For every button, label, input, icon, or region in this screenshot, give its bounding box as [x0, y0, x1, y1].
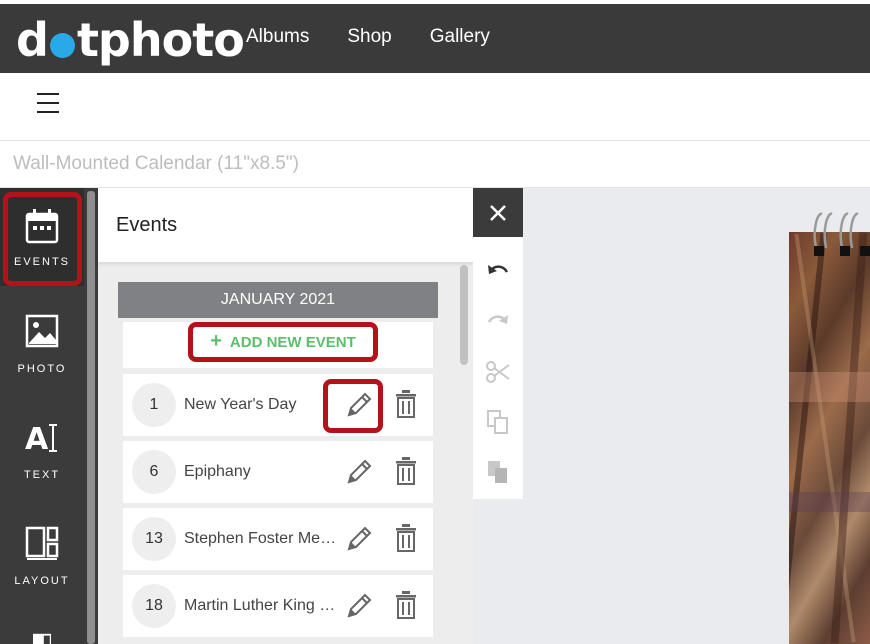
editor-workspace: EVENTS PHOTO A TEXT LAYOUT Events JANUAR… — [0, 188, 870, 644]
paste-icon[interactable] — [485, 459, 511, 485]
toolbar-scroll-thumb[interactable] — [87, 191, 95, 644]
tool-photo-label: PHOTO — [17, 363, 67, 375]
plus-icon: + — [210, 329, 222, 352]
event-row[interactable]: 1 New Year's Day — [123, 374, 433, 436]
add-new-event-label: ADD NEW EVENT — [229, 333, 356, 351]
layout-icon — [25, 526, 59, 560]
trash-icon[interactable] — [395, 389, 417, 419]
logo-text-right: tphoto — [76, 13, 245, 67]
scissors-cut-icon[interactable] — [485, 359, 511, 385]
events-panel-scrollbar[interactable] — [460, 265, 468, 365]
top-navigation-bar: d tphoto Albums Shop Gallery — [0, 0, 870, 73]
tool-text[interactable]: A TEXT — [0, 399, 84, 499]
event-row[interactable]: 6 Epiphany — [123, 441, 433, 503]
calendar-spiral-binding-icon — [813, 212, 870, 256]
background-icon — [33, 633, 51, 644]
event-day-badge: 1 — [132, 383, 176, 427]
text-icon: A — [25, 422, 57, 455]
close-panel-button[interactable] — [473, 188, 523, 237]
events-highlight-box — [3, 192, 82, 286]
event-row[interactable]: 13 Stephen Foster Memorial Day — [123, 508, 433, 570]
svg-text:A: A — [25, 422, 49, 455]
logo-text-left: d — [16, 13, 49, 67]
event-day-badge: 18 — [132, 584, 176, 628]
event-day-badge: 6 — [132, 450, 176, 494]
photo-icon — [25, 314, 59, 348]
document-title-bar: Wall-Mounted Calendar (11"x8.5") — [0, 141, 870, 188]
dotphoto-logo[interactable]: d tphoto — [16, 4, 245, 76]
toolbar-scrollbar[interactable] — [84, 188, 98, 644]
events-panel-header: Events — [98, 188, 473, 262]
pencil-edit-icon[interactable] — [345, 591, 373, 621]
undo-icon[interactable] — [485, 259, 511, 285]
close-icon — [490, 204, 506, 221]
event-row[interactable]: 18 Martin Luther King Jr. Day — [123, 575, 433, 637]
pencil-edit-icon[interactable] — [345, 457, 373, 487]
event-day-badge: 13 — [132, 517, 176, 561]
event-name: New Year's Day — [184, 396, 297, 413]
hamburger-menu-icon[interactable] — [37, 93, 59, 115]
nav-albums-link[interactable]: Albums — [246, 26, 309, 48]
document-title: Wall-Mounted Calendar (11"x8.5") — [13, 153, 299, 174]
copy-icon[interactable] — [485, 409, 511, 435]
nav-gallery-link[interactable]: Gallery — [430, 26, 490, 48]
tool-layout[interactable]: LAYOUT — [0, 505, 84, 605]
tool-more[interactable] — [0, 618, 84, 644]
trash-icon[interactable] — [395, 456, 417, 486]
events-panel: Events JANUARY 2021 + ADD NEW EVENT 1 Ne… — [98, 188, 473, 644]
events-panel-title: Events — [116, 214, 178, 236]
event-name: Martin Luther King Jr. Day — [184, 597, 339, 614]
trash-icon[interactable] — [395, 590, 417, 620]
logo-dot-icon — [49, 32, 75, 58]
month-header: JANUARY 2021 — [118, 282, 438, 318]
tool-layout-label: LAYOUT — [14, 575, 70, 587]
pencil-edit-icon[interactable] — [345, 524, 373, 554]
add-new-event-button[interactable]: + ADD NEW EVENT — [188, 322, 378, 362]
event-name: Epiphany — [184, 463, 251, 480]
tool-photo[interactable]: PHOTO — [0, 293, 84, 393]
add-event-card: + ADD NEW EVENT — [123, 322, 433, 368]
menu-bar — [0, 73, 870, 141]
pencil-edit-icon[interactable] — [345, 390, 373, 420]
tool-text-label: TEXT — [23, 469, 61, 481]
nav-shop-link[interactable]: Shop — [347, 26, 391, 48]
main-nav: Albums Shop Gallery — [246, 26, 490, 48]
redo-icon[interactable] — [485, 309, 511, 335]
left-toolbar: EVENTS PHOTO A TEXT LAYOUT — [0, 188, 84, 644]
event-name: Stephen Foster Memorial Day — [184, 530, 339, 547]
trash-icon[interactable] — [395, 523, 417, 553]
calendar-page-preview[interactable] — [789, 232, 870, 644]
edit-tools-bar — [473, 237, 523, 499]
